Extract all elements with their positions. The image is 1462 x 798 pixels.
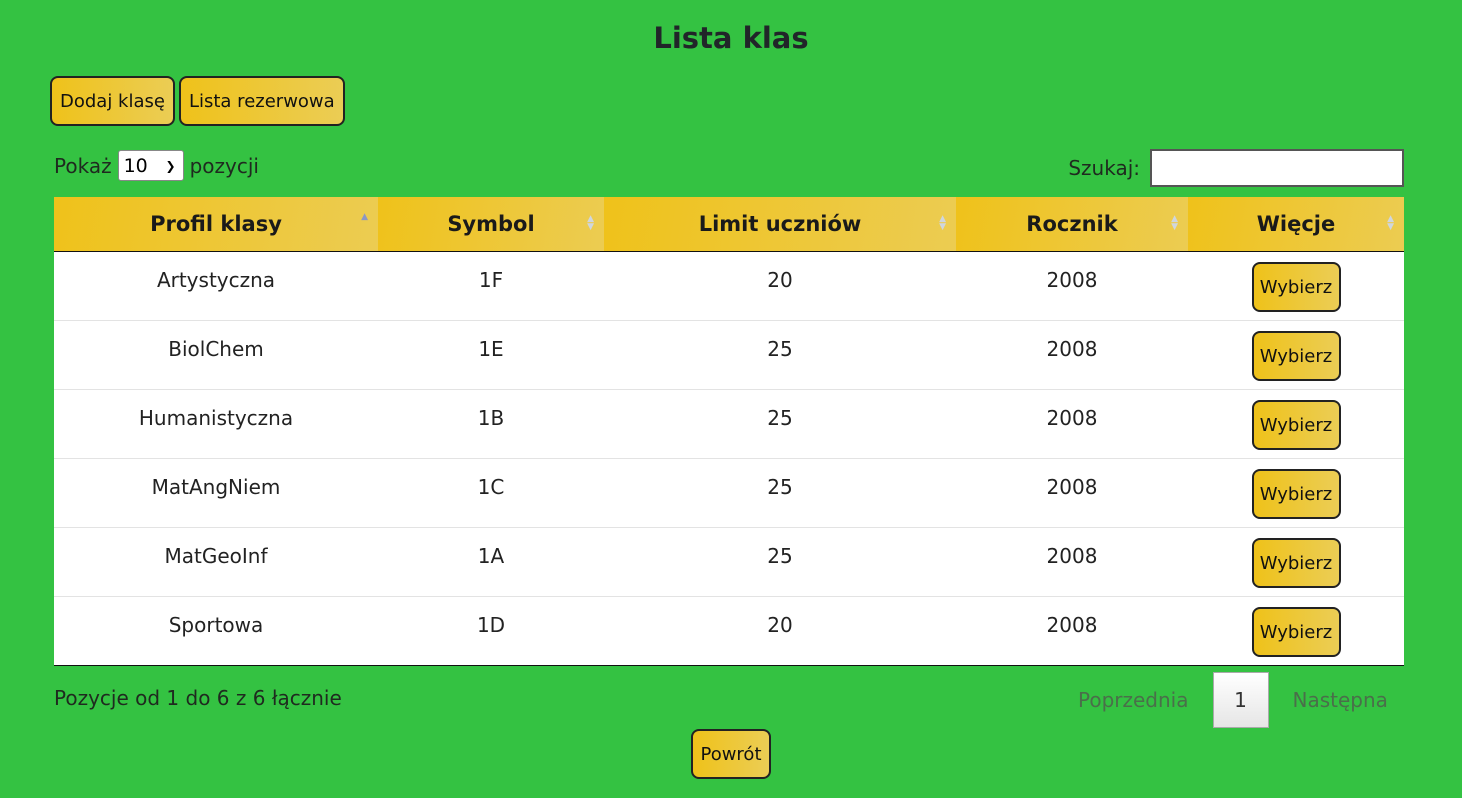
cell-symbol: 1A — [378, 527, 604, 597]
cell-action: Wybierz — [1188, 389, 1404, 459]
cell-action: Wybierz — [1188, 527, 1404, 597]
reserve-list-button[interactable]: Lista rezerwowa — [178, 76, 345, 126]
length-prefix: Pokaż — [54, 153, 112, 178]
page-length-select[interactable]: 10 ❯ — [117, 150, 184, 181]
cell-symbol: 1E — [378, 320, 604, 390]
previous-page-link[interactable]: Poprzednia — [1066, 688, 1201, 712]
cell-year: 2008 — [956, 389, 1188, 459]
table-row: Sportowa 1D 20 2008 Wybierz — [54, 596, 1404, 666]
cell-limit: 25 — [604, 389, 956, 459]
column-header-more[interactable]: Więcje ▲ ▼ — [1188, 197, 1404, 252]
back-button[interactable]: Powrót — [691, 729, 771, 779]
cell-limit: 25 — [604, 320, 956, 390]
column-header-profile[interactable]: Profil klasy ▲ — [54, 197, 378, 252]
table-row: MatGeoInf 1A 25 2008 Wybierz — [54, 527, 1404, 597]
cell-action: Wybierz — [1188, 596, 1404, 666]
cell-year: 2008 — [1046, 268, 1098, 292]
cell-profile: MatGeoInf — [54, 527, 378, 597]
cell-symbol: 1F — [478, 268, 504, 292]
length-suffix: pozycji — [189, 153, 259, 178]
cell-symbol: 1D — [378, 596, 604, 666]
chevron-down-icon: ❯ — [165, 158, 176, 173]
select-button[interactable]: Wybierz — [1251, 469, 1341, 519]
table-row: Humanistyczna 1B 25 2008 Wybierz — [54, 389, 1404, 459]
column-header-year[interactable]: Rocznik ▲ ▼ — [956, 197, 1188, 252]
cell-symbol: 1C — [378, 458, 604, 528]
pagination: Poprzednia 1 Następna — [1066, 672, 1400, 728]
sort-asc-icon: ▲ — [361, 212, 368, 222]
cell-limit: 20 — [604, 596, 956, 666]
table-row: BiolChem 1E 25 2008 Wybierz — [54, 320, 1404, 390]
classes-table: Profil klasy ▲ Symbol ▲ ▼ Limit uczniów ▲… — [54, 197, 1404, 666]
table-row: Artystyczna 1F 20 2008 Wybierz — [54, 252, 1404, 321]
search-input[interactable] — [1150, 149, 1404, 187]
select-button[interactable]: Wybierz — [1251, 607, 1341, 657]
toolbar: Dodaj klasę Lista rezerwowa — [50, 76, 345, 126]
column-header-limit[interactable]: Limit uczniów ▲ ▼ — [604, 197, 956, 252]
table-header-row: Profil klasy ▲ Symbol ▲ ▼ Limit uczniów ▲… — [54, 197, 1404, 252]
cell-limit: 20 — [767, 268, 793, 292]
cell-profile: Sportowa — [54, 596, 378, 666]
select-button[interactable]: Wybierz — [1251, 538, 1341, 588]
add-class-button[interactable]: Dodaj klasę — [50, 76, 175, 126]
page-length-value: 10 — [123, 154, 148, 177]
cell-limit: 25 — [604, 527, 956, 597]
cell-symbol: 1B — [378, 389, 604, 459]
cell-action: Wybierz — [1188, 458, 1404, 528]
cell-profile: MatAngNiem — [54, 458, 378, 528]
select-button[interactable]: Wybierz — [1251, 331, 1341, 381]
select-button[interactable]: Wybierz — [1251, 400, 1341, 450]
column-header-symbol[interactable]: Symbol ▲ ▼ — [378, 197, 604, 252]
cell-action: Wybierz — [1188, 320, 1404, 390]
cell-profile: BiolChem — [54, 320, 378, 390]
cell-year: 2008 — [956, 458, 1188, 528]
sort-icon: ▲ ▼ — [587, 214, 594, 232]
cell-profile: Artystyczna — [156, 268, 276, 292]
page-length-control: Pokaż 10 ❯ pozycji — [54, 150, 259, 181]
cell-limit: 25 — [604, 458, 956, 528]
sort-icon: ▲ ▼ — [1387, 214, 1394, 232]
cell-year: 2008 — [956, 527, 1188, 597]
search-label: Szukaj: — [1068, 156, 1140, 180]
cell-year: 2008 — [956, 596, 1188, 666]
table-row: MatAngNiem 1C 25 2008 Wybierz — [54, 458, 1404, 528]
cell-action: Wybierz — [1188, 252, 1404, 321]
cell-profile: Humanistyczna — [54, 389, 378, 459]
sort-icon: ▲ ▼ — [939, 214, 946, 232]
cell-year: 2008 — [956, 320, 1188, 390]
next-page-link[interactable]: Następna — [1281, 688, 1400, 712]
page-button-current[interactable]: 1 — [1212, 672, 1269, 728]
page-title: Lista klas — [653, 21, 809, 55]
back-container: Powrót — [0, 729, 1462, 779]
select-button[interactable]: Wybierz — [1251, 262, 1341, 312]
search-control: Szukaj: — [1068, 149, 1404, 187]
sort-icon: ▲ ▼ — [1171, 214, 1178, 232]
table-info: Pozycje od 1 do 6 z 6 łącznie — [54, 686, 342, 710]
